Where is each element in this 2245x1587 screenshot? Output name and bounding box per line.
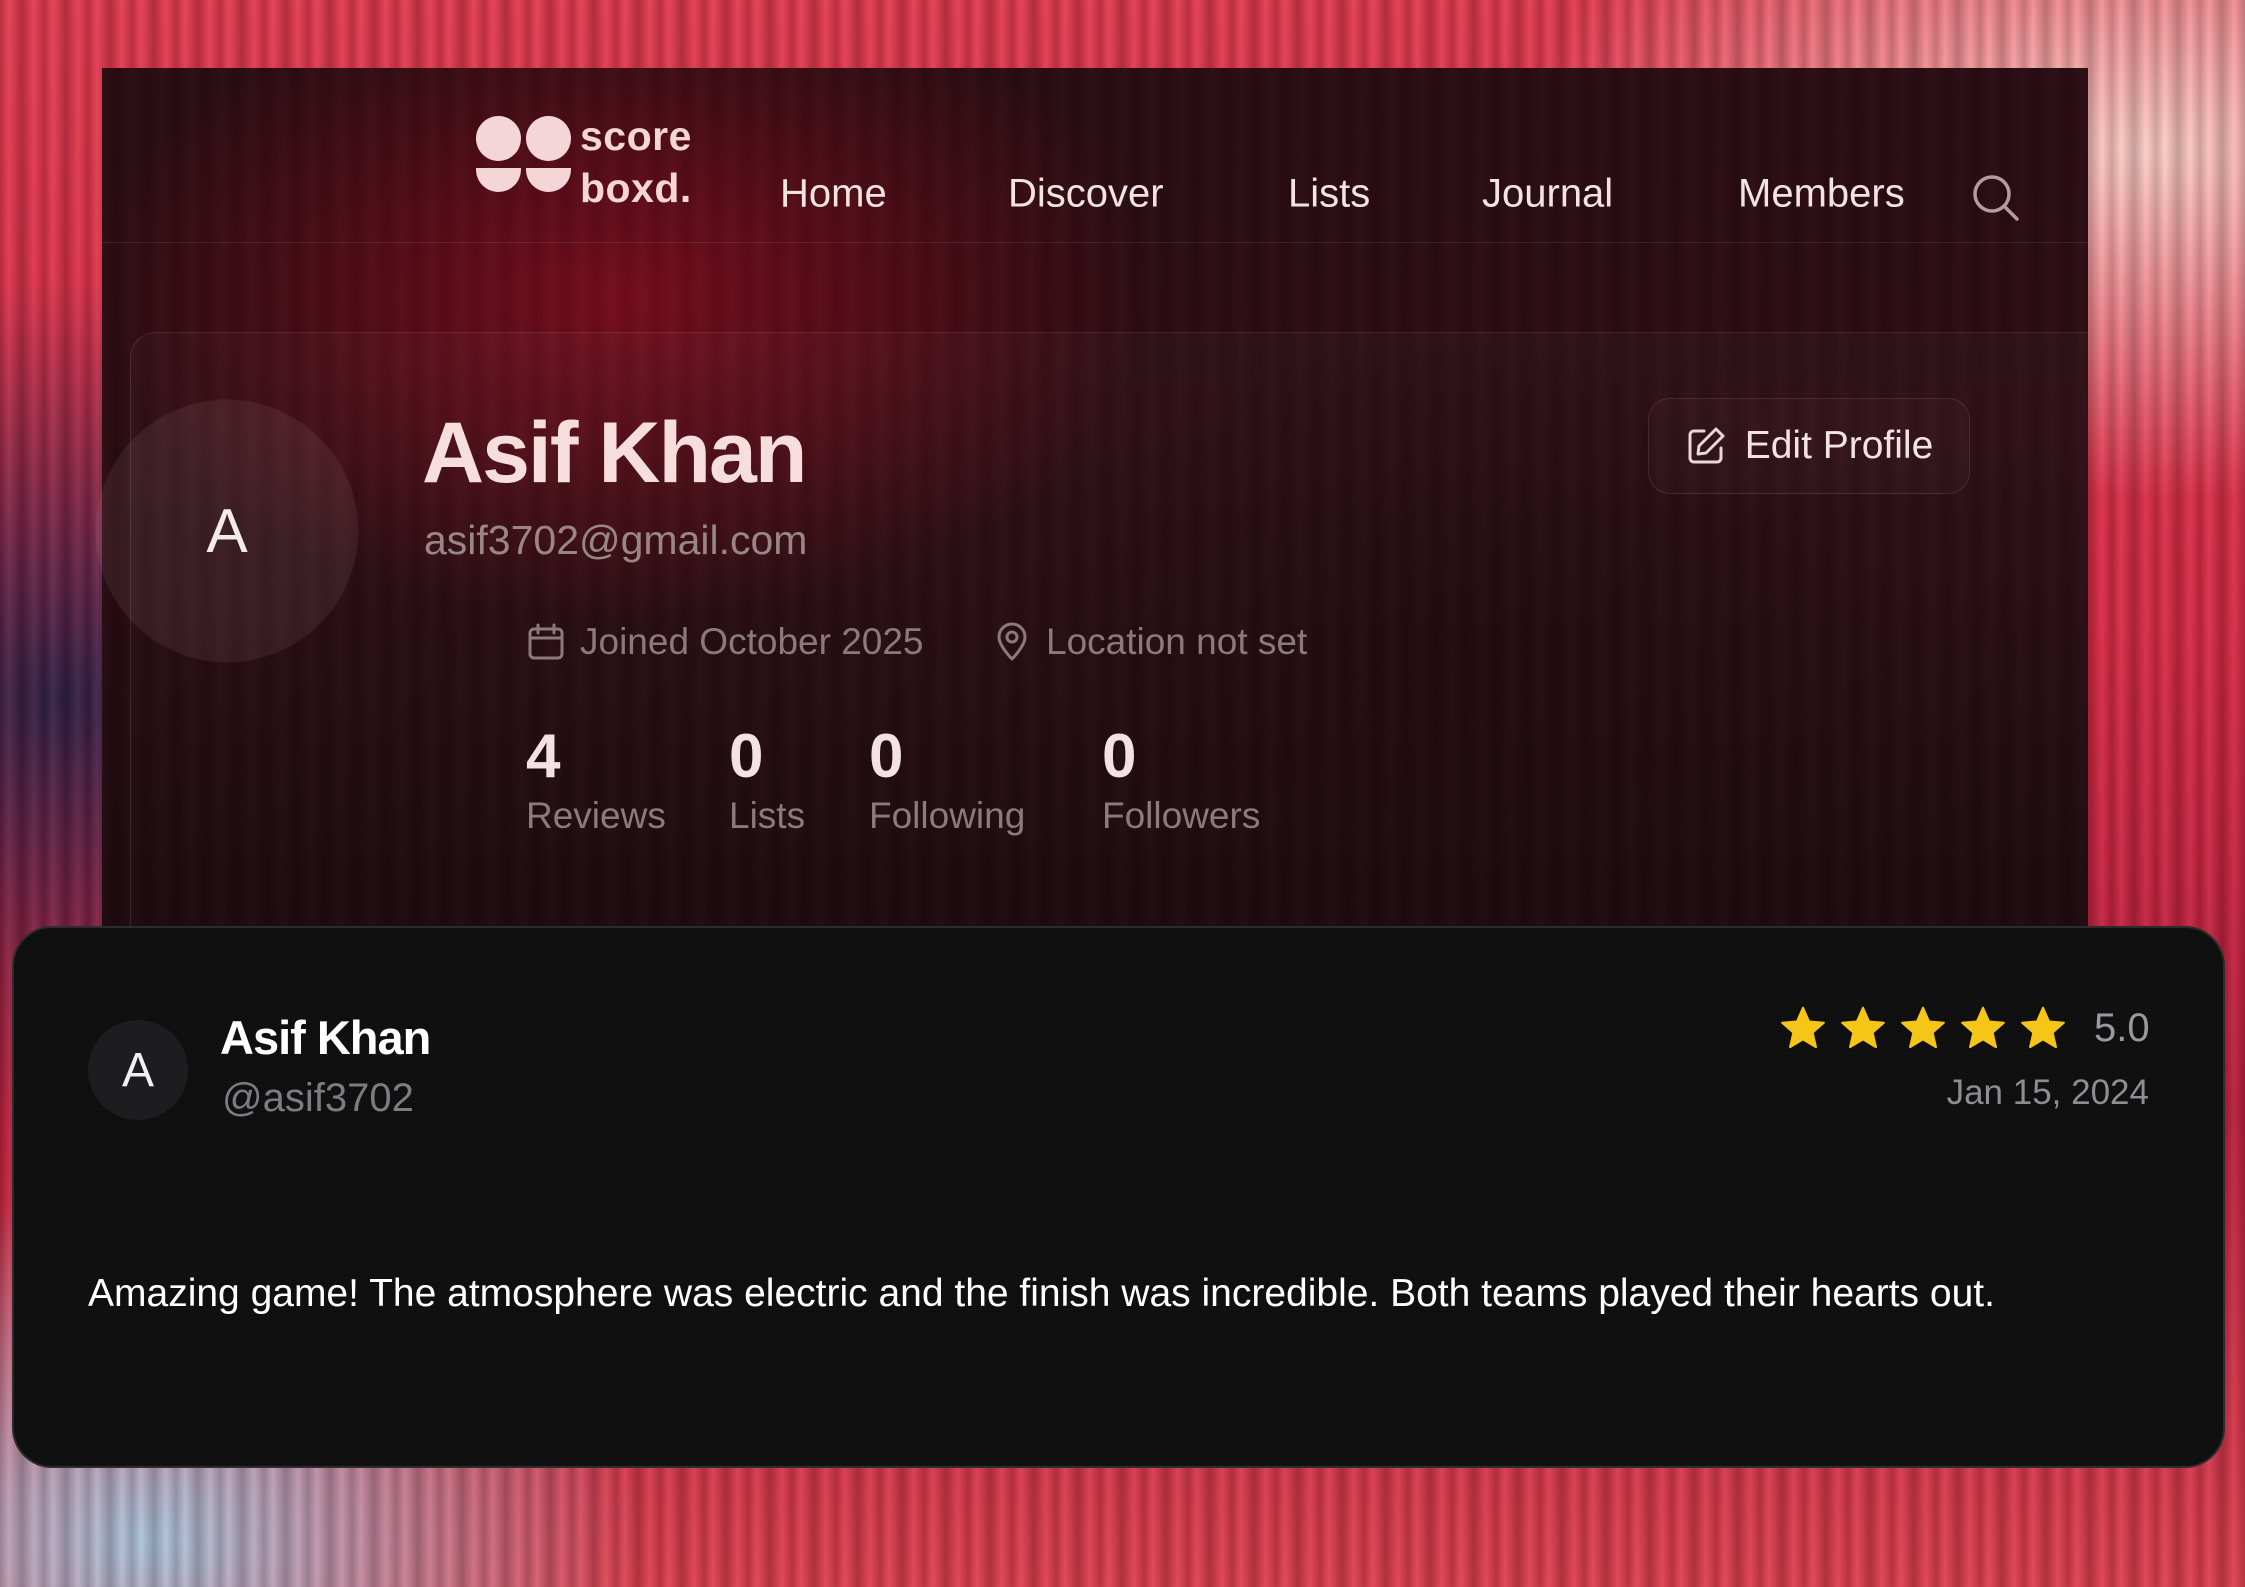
search-icon[interactable] (1970, 172, 2022, 224)
profile-avatar[interactable]: A (96, 400, 358, 662)
review-card[interactable]: A Asif Khan @asif3702 5.0 Jan 15, 2024 A… (12, 926, 2225, 1468)
desktop-background: score boxd. Home Discover Lists Journal … (0, 0, 2245, 1587)
logo-half-dot-icon (526, 168, 571, 192)
profile-window: score boxd. Home Discover Lists Journal … (102, 68, 2088, 968)
logo-half-dot-icon (476, 168, 521, 192)
nav-lists[interactable]: Lists (1288, 172, 1370, 217)
location-label: Location not set (1046, 621, 1308, 662)
profile-email: asif3702@gmail.com (424, 517, 808, 563)
stat-value: 0 (1102, 722, 1137, 791)
review-text: Amazing game! The atmosphere was electri… (88, 1272, 1995, 1315)
star-icon (1841, 1006, 1885, 1049)
scoreboxd-logo[interactable]: score boxd. (476, 112, 716, 212)
stat-reviews[interactable]: 4 Reviews (526, 720, 666, 839)
joined-label: Joined October 2025 (580, 621, 924, 662)
stat-lists[interactable]: 0 Lists (729, 720, 805, 839)
joined-date: Joined October 2025 (526, 620, 924, 664)
logo-text-boxd: boxd. (580, 165, 692, 211)
review-date: Jan 15, 2024 (1946, 1073, 2149, 1112)
star-icon (2021, 1006, 2065, 1049)
logo-dot-icon (476, 116, 521, 161)
reviewer-avatar[interactable]: A (88, 1020, 188, 1120)
star-icon (1781, 1006, 1825, 1049)
stat-value: 4 (526, 722, 561, 791)
stat-value: 0 (869, 722, 904, 791)
location: Location not set (992, 620, 1307, 664)
logo-dot-icon (526, 116, 571, 161)
stat-followers[interactable]: 0 Followers (1102, 720, 1260, 839)
star-icon (1901, 1006, 1945, 1049)
logo-text-score: score (580, 113, 692, 159)
stat-label: Followers (1102, 795, 1261, 837)
nav-journal[interactable]: Journal (1482, 172, 1613, 217)
edit-profile-label: Edit Profile (1744, 424, 1934, 467)
reviewer-handle[interactable]: @asif3702 (222, 1074, 414, 1122)
stat-label: Lists (729, 795, 806, 837)
stat-following[interactable]: 0 Following (869, 720, 1025, 839)
star-icon (1961, 1006, 2005, 1049)
reviewer-name[interactable]: Asif Khan (220, 1010, 431, 1066)
nav-discover[interactable]: Discover (1008, 172, 1164, 217)
stat-value: 0 (729, 722, 764, 791)
rating-value: 5.0 (2094, 1006, 2150, 1050)
profile-name: Asif Khan (422, 405, 807, 501)
nav-home[interactable]: Home (780, 172, 887, 217)
rating-stars (1778, 1004, 2078, 1054)
stat-label: Reviews (526, 795, 666, 837)
top-navbar: score boxd. Home Discover Lists Journal … (102, 68, 2088, 243)
stat-label: Following (869, 795, 1026, 837)
edit-profile-button[interactable]: Edit Profile (1648, 398, 1970, 494)
location-pin-icon (997, 622, 1027, 661)
calendar-icon (528, 623, 564, 660)
edit-icon (1688, 427, 1725, 464)
nav-members[interactable]: Members (1738, 172, 1905, 217)
